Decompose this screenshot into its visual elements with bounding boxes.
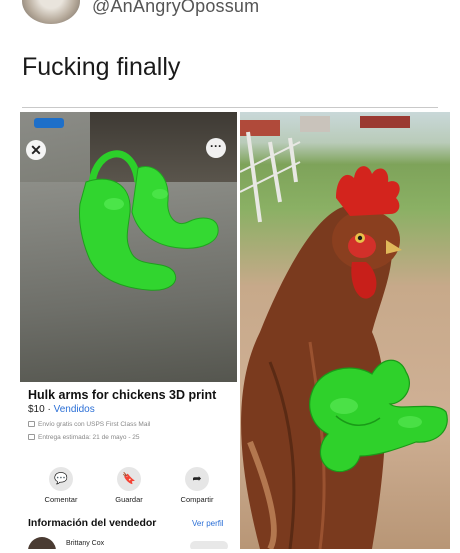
save-label: Guardar bbox=[115, 495, 143, 504]
share-icon: ➦ bbox=[185, 467, 209, 491]
save-button[interactable]: 🔖 Guardar bbox=[94, 467, 164, 504]
shipping-text: Envío gratis con USPS First Class Mail bbox=[38, 421, 151, 428]
seller-info-title: Información del vendedor bbox=[28, 517, 157, 529]
green-arms-print-image bbox=[79, 150, 219, 291]
avatar[interactable] bbox=[22, 0, 80, 24]
truck-icon bbox=[28, 421, 35, 427]
seller-name[interactable]: Brittany Cox bbox=[66, 540, 104, 547]
status-bar-strip bbox=[34, 118, 64, 128]
comment-label: Comentar bbox=[44, 495, 78, 504]
calendar-icon bbox=[28, 434, 35, 440]
comment-icon: 💬 bbox=[49, 467, 73, 491]
delivery-info: Entrega estimada: 21 de mayo - 25 bbox=[28, 434, 140, 441]
comment-button[interactable]: 💬 Comentar bbox=[26, 467, 96, 504]
price-line: $10 · Vendidos bbox=[28, 404, 95, 415]
sold-status: Vendidos bbox=[53, 404, 95, 415]
listing-title: Hulk arms for chickens 3D print bbox=[28, 388, 217, 402]
share-button[interactable]: ➦ Compartir bbox=[162, 467, 232, 504]
user-handle[interactable]: @AnAngryOpossum bbox=[92, 0, 259, 17]
hen-comb bbox=[336, 166, 400, 216]
listing-photo: ✕ ··· bbox=[20, 112, 237, 382]
chicken-photo bbox=[240, 112, 450, 549]
seller-avatar[interactable] bbox=[28, 537, 56, 549]
bookmark-icon: 🔖 bbox=[117, 467, 141, 491]
back-arm-shape bbox=[131, 166, 219, 249]
barn-shape bbox=[240, 120, 280, 136]
delivery-text: Entrega estimada: 21 de mayo - 25 bbox=[38, 434, 140, 441]
close-icon[interactable]: ✕ bbox=[26, 140, 46, 160]
tweet-text: Fucking finally bbox=[22, 53, 181, 81]
more-options-icon[interactable]: ··· bbox=[206, 138, 226, 158]
shipping-info: Envío gratis con USPS First Class Mail bbox=[28, 421, 150, 428]
marketplace-listing-screenshot: ✕ ··· Hulk arms for chickens 3D print $1… bbox=[20, 112, 237, 549]
divider bbox=[22, 107, 438, 108]
view-profile-link[interactable]: Ver perfil bbox=[192, 519, 224, 528]
separator: · bbox=[44, 404, 54, 415]
share-label: Compartir bbox=[180, 495, 214, 504]
seller-badge bbox=[190, 541, 228, 549]
listing-actions: 💬 Comentar 🔖 Guardar ➦ Compartir bbox=[20, 467, 237, 507]
hen-with-hulk-arms-image bbox=[240, 116, 448, 549]
listing-price: $10 bbox=[28, 404, 45, 415]
tweet-header: @AnAngryOpossum Fucking finally bbox=[0, 0, 460, 100]
